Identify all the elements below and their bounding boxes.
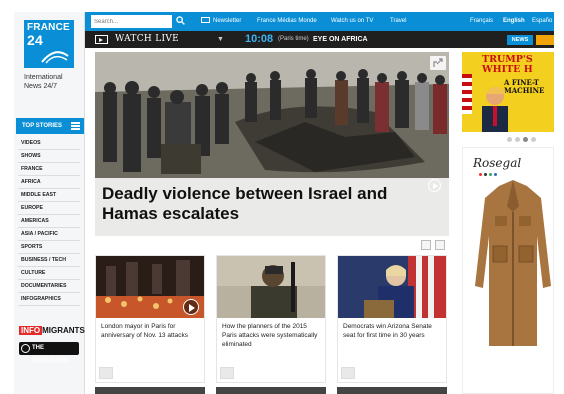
hero-caption: Deadly violence between Israel and Hamas… bbox=[95, 178, 449, 236]
share-icon[interactable] bbox=[341, 367, 355, 379]
rosegal-advertisement[interactable]: Rosegal bbox=[462, 147, 554, 394]
infomigrants-info: INFO bbox=[19, 326, 43, 335]
watch-live-button[interactable]: WATCH LIVE bbox=[115, 31, 179, 48]
logo-swirl-icon bbox=[41, 51, 69, 64]
hero-title[interactable]: Deadly violence between Israel and Hamas… bbox=[102, 184, 432, 224]
sidebar-item-africa[interactable]: AFRICA bbox=[18, 176, 80, 189]
sidebar-item-culture[interactable]: CULTURE bbox=[18, 267, 80, 280]
sidebar-item-americas[interactable]: AMERICAS bbox=[18, 215, 80, 228]
jacket-product-image bbox=[475, 180, 551, 346]
story-card[interactable]: London mayor in Paris for anniversary of… bbox=[95, 255, 205, 383]
logo-line2: 24 bbox=[27, 32, 43, 48]
tagline: International News 24/7 bbox=[24, 73, 84, 91]
device-bezel-right bbox=[554, 0, 564, 394]
tagline-line1: International bbox=[24, 74, 63, 81]
advertisement-banner[interactable]: TRUMP'S WHITE H A FINE-T MACHINE bbox=[462, 52, 554, 132]
device-bezel-left bbox=[0, 0, 14, 394]
travel-link[interactable]: Travel bbox=[390, 12, 406, 31]
infomigrants-logo[interactable]: INFO MIGRANTS bbox=[19, 325, 85, 337]
sidebar-item-europe[interactable]: EUROPE bbox=[18, 202, 80, 215]
video-play-icon[interactable] bbox=[183, 299, 199, 315]
watch-on-tv-link[interactable]: Watch us on TV bbox=[331, 12, 373, 31]
live-time: 10:08 bbox=[245, 33, 274, 45]
share-icon[interactable] bbox=[99, 367, 113, 379]
carousel-dot[interactable] bbox=[531, 137, 536, 142]
sidebar-nav: VIDEOS SHOWS FRANCE AFRICA MIDDLE EAST E… bbox=[18, 137, 80, 306]
language-francais[interactable]: Français bbox=[470, 12, 493, 31]
carousel-dot[interactable] bbox=[515, 137, 520, 142]
hero-share-icon[interactable] bbox=[430, 56, 446, 70]
france-medias-monde-link[interactable]: France Médias Monde bbox=[257, 12, 317, 31]
sidebar-item-infographics[interactable]: INFOGRAPHICS bbox=[18, 293, 80, 306]
story-card-title[interactable]: Democrats win Arizona Senate seat for fi… bbox=[343, 322, 443, 340]
watch-live-bar: WATCH LIVE ▼ 10:08 (Paris time) EYE ON A… bbox=[85, 31, 554, 48]
sidebar-item-asia-pacific[interactable]: ASIA / PACIFIC bbox=[18, 228, 80, 241]
observers-label: THE OBSERVERS bbox=[32, 345, 70, 364]
news-tab[interactable]: NEWS bbox=[507, 35, 533, 45]
ad-headline: TRUMP'S WHITE H bbox=[482, 55, 533, 75]
story-card[interactable]: How the planners of the 2015 Paris attac… bbox=[216, 255, 326, 383]
newsletter-label: Newsletter bbox=[213, 18, 242, 24]
france24-logo[interactable]: FRANCE 24 bbox=[24, 20, 74, 68]
live-tab-secondary[interactable] bbox=[536, 35, 554, 45]
carousel-dots bbox=[507, 137, 536, 142]
sidebar-item-business-tech[interactable]: BUSINESS / TECH bbox=[18, 254, 80, 267]
search-input[interactable] bbox=[91, 15, 172, 28]
top-stories-label: TOP STORIES bbox=[22, 123, 63, 129]
search-icon[interactable] bbox=[174, 15, 186, 28]
story-card-next-row bbox=[337, 387, 447, 394]
hero-story[interactable]: Deadly violence between Israel and Hamas… bbox=[95, 52, 449, 236]
language-english[interactable]: English bbox=[503, 12, 525, 31]
list-view-icon[interactable] bbox=[435, 240, 445, 250]
flag-graphic bbox=[462, 74, 472, 114]
share-icon[interactable] bbox=[220, 367, 234, 379]
live-timezone: (Paris time) bbox=[278, 36, 309, 42]
sidebar: FRANCE 24 International News 24/7 TOP ST… bbox=[14, 12, 85, 394]
newsletter-icon bbox=[201, 17, 210, 23]
sidebar-item-sports[interactable]: SPORTS bbox=[18, 241, 80, 254]
sidebar-item-middle-east[interactable]: MIDDLE EAST bbox=[18, 189, 80, 202]
tagline-line2: News 24/7 bbox=[24, 83, 58, 90]
story-card-next-row bbox=[216, 387, 326, 394]
ad-portrait-image bbox=[482, 86, 508, 132]
language-espanol[interactable]: Españo bbox=[532, 12, 552, 31]
infomigrants-rest: MIGRANTS bbox=[42, 326, 85, 335]
rosegal-logo: Rosegal bbox=[473, 156, 522, 170]
story-card-next-row bbox=[95, 387, 205, 394]
top-stories-button[interactable]: TOP STORIES bbox=[16, 118, 84, 134]
chevron-down-icon[interactable]: ▼ bbox=[217, 34, 224, 45]
carousel-dot[interactable] bbox=[507, 137, 512, 142]
story-card[interactable]: Democrats win Arizona Senate seat for fi… bbox=[337, 255, 447, 383]
story-card-title[interactable]: How the planners of the 2015 Paris attac… bbox=[222, 322, 322, 349]
sidebar-item-shows[interactable]: SHOWS bbox=[18, 150, 80, 163]
newsletter-link[interactable]: Newsletter bbox=[201, 12, 241, 31]
sidebar-item-documentaries[interactable]: DOCUMENTARIES bbox=[18, 280, 80, 293]
menu-icon[interactable] bbox=[71, 122, 80, 130]
carousel-dot-active[interactable] bbox=[523, 137, 528, 142]
tv-icon bbox=[95, 35, 108, 44]
observers-icon bbox=[21, 344, 30, 353]
observers-logo[interactable]: THE OBSERVERS bbox=[19, 342, 79, 364]
story-card-title[interactable]: London mayor in Paris for anniversary of… bbox=[101, 322, 201, 340]
sidebar-item-france[interactable]: FRANCE bbox=[18, 163, 80, 176]
live-program[interactable]: EYE ON AFRICA bbox=[313, 31, 368, 48]
story-card-image bbox=[338, 256, 446, 318]
sidebar-item-videos[interactable]: VIDEOS bbox=[18, 137, 80, 150]
grid-view-icon[interactable] bbox=[421, 240, 431, 250]
ad-headline-line2: WHITE H bbox=[482, 64, 533, 75]
story-card-image bbox=[217, 256, 325, 318]
top-nav-bar: Newsletter France Médias Monde Watch us … bbox=[85, 12, 554, 31]
